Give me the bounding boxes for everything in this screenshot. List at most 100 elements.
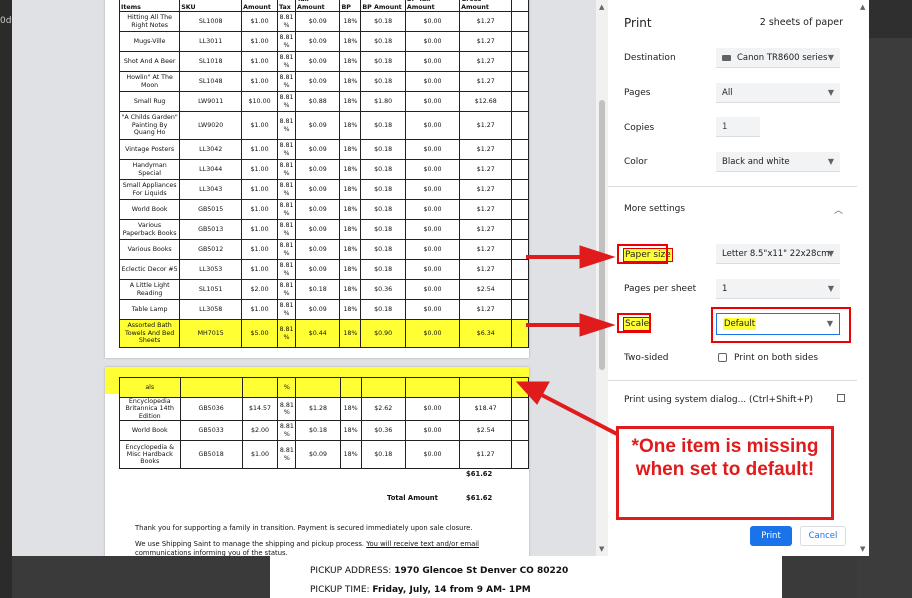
cell-bp-rate: 18% — [339, 259, 362, 280]
cell-amount: $10.00 — [241, 91, 278, 112]
cell-bp-amount: $0.18 — [360, 31, 406, 52]
cell-gross-amount: $1.27 — [459, 11, 513, 32]
cell-bp-rate: 18% — [339, 111, 362, 140]
two-sided-checkbox[interactable] — [718, 353, 727, 362]
cell-bp-tax-amount: $0.00 — [404, 219, 461, 240]
preview-scrollbar[interactable]: ▲ ▼ — [596, 0, 608, 556]
cell-bp-tax-amount: $0.00 — [404, 279, 461, 300]
scroll-up-arrow-icon[interactable]: ▲ — [860, 3, 865, 11]
table-row: Howlin" At The Moon SL1048 $1.00 8.81 % $0.0… — [118, 71, 529, 92]
scroll-down-arrow-icon[interactable]: ▼ — [599, 545, 604, 553]
cell-extra — [511, 239, 529, 260]
chevron-down-icon: ▼ — [827, 249, 834, 258]
pickup-address-value: 1970 Glencoe St Denver CO 80220 — [394, 566, 569, 576]
destination-select[interactable]: Canon TR8600 series ▼ — [716, 48, 840, 68]
table-row: Encyclopedia Britannica 14th Edition GB50… — [119, 396, 529, 422]
cell-gross-amount: $1.27 — [459, 111, 513, 140]
cell-tax-rate: 8.81 % — [276, 239, 296, 260]
cell-amount: $1.00 — [241, 139, 278, 160]
two-sided-option[interactable]: Print on both sides — [734, 353, 818, 363]
cell-bp-amount: $0.18 — [360, 440, 406, 470]
table-header-row: Items SKU Amount Tax Tax Amount BP BP Am… — [118, 0, 529, 12]
cell-bp-rate: 18% — [339, 279, 362, 300]
cell-bp-rate: 18% — [339, 139, 362, 160]
cell-tax-rate: 8.81 % — [276, 91, 296, 112]
cell-bp-tax-amount: $0.00 — [404, 259, 461, 280]
cell-sku: LL3053 — [179, 259, 243, 280]
table-row-partial: als% — [119, 377, 529, 398]
cell-item-name: A Little Light Reading — [118, 279, 181, 300]
cell-gross-amount: $2.54 — [459, 279, 513, 300]
background-left-panel: 0df3 — [0, 0, 20, 598]
cell-item-name: Handyman Special — [118, 159, 181, 180]
cell-gross-amount: $1.27 — [459, 199, 513, 220]
cell-item-name: Eclectic Decor #5 — [118, 259, 181, 280]
cell-sku: GB5013 — [179, 219, 243, 240]
divider — [608, 186, 857, 187]
scroll-up-arrow-icon[interactable]: ▲ — [599, 3, 604, 11]
cell-item-name: Encyclopedia Britannica 14th Edition — [119, 396, 181, 422]
cell-extra — [511, 159, 529, 180]
paper-size-select[interactable]: Letter 8.5"x11" 22x28cm ▼ — [716, 244, 840, 264]
cell-extra — [511, 51, 529, 72]
cell-gross-amount: $18.47 — [459, 396, 513, 422]
cell-extra — [511, 111, 529, 140]
system-dialog-link[interactable]: Print using system dialog... (Ctrl+Shift… — [624, 395, 813, 405]
print-preview[interactable]: Items SKU Amount Tax Tax Amount BP BP Am… — [12, 0, 596, 556]
cell-extra — [511, 91, 529, 112]
more-settings-toggle[interactable]: More settings — [624, 204, 685, 214]
chevron-up-icon[interactable]: ︿ — [834, 203, 843, 216]
pages-per-sheet-label: Pages per sheet — [624, 284, 697, 294]
settings-scrollbar[interactable]: ▲ ▼ — [857, 0, 869, 556]
cell-tax-rate: 8.81 % — [276, 179, 296, 200]
chevron-down-icon: ▼ — [827, 88, 834, 97]
preview-scroll-thumb[interactable] — [599, 100, 605, 370]
cell-bp-tax-amount: $0.00 — [404, 159, 461, 180]
total-amount-label: Total Amount — [387, 494, 438, 502]
header-tax-amount: Tax Amount — [294, 0, 341, 12]
table-row: Vintage Posters LL3042 $1.00 8.81 % $0.09 18%… — [118, 139, 529, 160]
cell-sku: LW9011 — [179, 91, 243, 112]
cell-amount: $1.00 — [241, 259, 278, 280]
cell-item-name: Table Lamp — [118, 299, 181, 320]
cell-item-name: World Book — [119, 420, 181, 442]
cell-bp-tax-amount: $0.00 — [404, 71, 461, 92]
cell-bp-amount: $0.18 — [360, 219, 406, 240]
table-row: A Little Light Reading SL1051 $2.00 8.81 % $… — [118, 279, 529, 300]
cell-amount: $1.00 — [241, 219, 278, 240]
cell-bp-rate: 18% — [339, 159, 362, 180]
print-button[interactable]: Print — [750, 526, 792, 546]
thank-you-note: Thank you for supporting a family in tra… — [135, 524, 473, 532]
cell-sku: LL3043 — [179, 179, 243, 200]
sheet-count: 2 sheets of paper — [759, 17, 843, 28]
annotation-box-scale-select — [711, 307, 851, 343]
cell-sku: GB5012 — [179, 239, 243, 260]
cell-tax-rate: 8.81 % — [276, 279, 296, 300]
cell-extra — [511, 440, 529, 470]
printer-icon — [722, 54, 731, 61]
cell-tax-rate: 8.81 % — [276, 111, 296, 140]
cell-partial-tax: % — [277, 377, 297, 398]
cell-tax-rate: 8.81 % — [277, 396, 297, 422]
cell-tax-amount: $0.09 — [294, 239, 341, 260]
cancel-button[interactable]: Cancel — [800, 526, 846, 546]
pages-select[interactable]: All ▼ — [716, 83, 840, 103]
scroll-down-arrow-icon[interactable]: ▼ — [860, 545, 865, 553]
table-row: Various Books GB5012 $1.00 8.81 % $0.09 18% $0… — [118, 239, 529, 260]
shipping-note: We use Shipping Saint to manage the ship… — [135, 540, 515, 556]
open-in-new-icon[interactable] — [837, 394, 845, 402]
cell-item-name: "A Childs Garden" Painting By Quang Ho — [118, 111, 181, 140]
cell-amount: $1.00 — [241, 239, 278, 260]
total-amount-value: $61.62 — [466, 494, 493, 502]
header-amount: Amount — [241, 0, 278, 12]
cell-bp-amount: $0.18 — [360, 259, 406, 280]
copies-input[interactable]: 1 — [716, 117, 760, 137]
cell-bp-tax-amount: $0.00 — [404, 420, 461, 442]
color-select[interactable]: Black and white ▼ — [716, 152, 840, 172]
cell-tax-rate: 8.81 % — [276, 299, 296, 320]
cell-bp-amount: $0.18 — [360, 111, 406, 140]
cell-tax-amount: $0.09 — [294, 11, 341, 32]
pages-per-sheet-select[interactable]: 1 ▼ — [716, 279, 840, 299]
cell-extra — [511, 31, 529, 52]
header-items: Items — [118, 0, 181, 12]
